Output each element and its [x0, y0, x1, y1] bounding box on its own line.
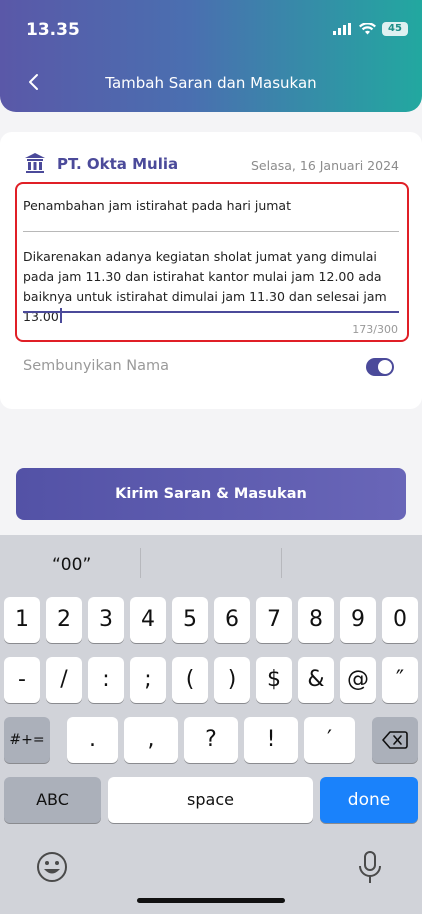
key-9[interactable]: 9	[340, 597, 376, 643]
key-apostrophe[interactable]: ′	[304, 717, 355, 763]
suggestion-1[interactable]: “00”	[52, 555, 91, 575]
wifi-icon	[359, 23, 376, 35]
key-ampersand[interactable]: &	[298, 657, 334, 703]
done-key[interactable]: done	[320, 777, 418, 823]
key-1[interactable]: 1	[4, 597, 40, 643]
key-slash[interactable]: /	[46, 657, 82, 703]
key-comma[interactable]: ,	[124, 717, 178, 763]
key-question[interactable]: ?	[184, 717, 238, 763]
key-open-paren[interactable]: (	[172, 657, 208, 703]
key-3[interactable]: 3	[88, 597, 124, 643]
company-name: PT. Okta Mulia	[57, 155, 179, 173]
subject-field[interactable]: Penambahan jam istirahat pada hari jumat	[23, 198, 291, 213]
key-semicolon[interactable]: ;	[130, 657, 166, 703]
battery-icon: 45	[382, 22, 408, 36]
key-5[interactable]: 5	[172, 597, 208, 643]
key-exclamation[interactable]: !	[244, 717, 298, 763]
key-hyphen[interactable]: -	[4, 657, 40, 703]
home-indicator	[137, 898, 285, 903]
character-counter: 173/300	[352, 323, 398, 336]
status-icons: 45	[333, 22, 408, 36]
key-8[interactable]: 8	[298, 597, 334, 643]
message-field[interactable]: Dikarenakan adanya kegiatan sholat jumat…	[23, 247, 403, 327]
key-4[interactable]: 4	[130, 597, 166, 643]
key-close-paren[interactable]: )	[214, 657, 250, 703]
key-colon[interactable]: :	[88, 657, 124, 703]
emoji-icon[interactable]	[35, 850, 69, 884]
backspace-icon	[382, 731, 408, 749]
subject-underline	[23, 231, 399, 232]
symbols-key[interactable]: #+=	[4, 717, 50, 763]
key-0[interactable]: 0	[382, 597, 418, 643]
microphone-icon[interactable]	[356, 850, 384, 886]
abc-key[interactable]: ABC	[4, 777, 101, 823]
page-title: Tambah Saran dan Masukan	[105, 74, 317, 92]
app-header: 13.35 45 Tambah Saran dan Masukan	[0, 0, 422, 112]
toggle-knob	[378, 360, 392, 374]
submit-feedback-button[interactable]: Kirim Saran & Masukan	[16, 468, 406, 520]
hide-name-toggle[interactable]	[366, 358, 394, 376]
suggestion-divider	[140, 548, 141, 578]
key-period[interactable]: .	[67, 717, 118, 763]
key-2[interactable]: 2	[46, 597, 82, 643]
delete-key[interactable]	[372, 717, 418, 763]
key-at[interactable]: @	[340, 657, 376, 703]
key-double-quote[interactable]: ″	[382, 657, 418, 703]
key-dollar[interactable]: $	[256, 657, 292, 703]
space-key[interactable]: space	[108, 777, 313, 823]
signal-icon	[333, 23, 351, 35]
status-time: 13.35	[26, 20, 80, 40]
feedback-date: Selasa, 16 Januari 2024	[250, 158, 399, 173]
key-6[interactable]: 6	[214, 597, 250, 643]
hide-name-label: Sembunyikan Nama	[23, 358, 170, 374]
key-7[interactable]: 7	[256, 597, 292, 643]
message-underline	[23, 311, 399, 313]
company-building-icon	[25, 153, 45, 173]
suggestion-divider	[281, 548, 282, 578]
